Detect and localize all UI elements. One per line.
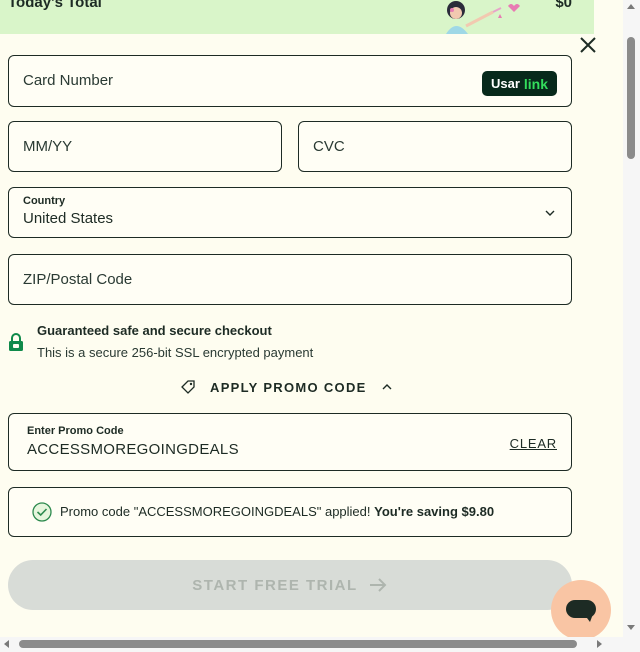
scrollbar-corner: [623, 637, 640, 652]
promo-applied-text: Promo code "ACCESSMOREGOINGDEALS" applie…: [60, 504, 371, 519]
apply-promo-toggle[interactable]: APPLY PROMO CODE: [180, 377, 393, 397]
scroll-left-arrow-icon[interactable]: [4, 640, 9, 648]
zip-placeholder: ZIP/Postal Code: [23, 271, 133, 288]
secure-checkout-notice: Guaranteed safe and secure checkout This…: [8, 320, 568, 362]
scroll-right-arrow-icon[interactable]: [597, 640, 602, 648]
apply-promo-label: APPLY PROMO CODE: [210, 379, 367, 395]
start-free-trial-button[interactable]: START FREE TRIAL: [8, 560, 572, 610]
cvc-field[interactable]: CVC: [298, 121, 572, 172]
promo-applied-message: Promo code "ACCESSMOREGOINGDEALS" applie…: [60, 504, 494, 519]
promo-code-field[interactable]: Enter Promo Code ACCESSMOREGOINGDEALS CL…: [8, 413, 572, 471]
link-pay-button[interactable]: Usar link: [482, 71, 557, 96]
total-label: Today's Total: [8, 0, 102, 11]
expiry-placeholder: MM/YY: [23, 138, 73, 155]
arrow-right-icon: [369, 578, 387, 592]
lock-icon: [9, 333, 23, 351]
check-circle-icon: [32, 502, 52, 522]
close-icon[interactable]: [578, 35, 598, 55]
horizontal-scrollbar[interactable]: [0, 637, 623, 652]
chevron-down-icon: [545, 210, 555, 216]
celebration-illustration: [446, 1, 520, 34]
secure-subtitle: This is a secure 256-bit SSL encrypted p…: [37, 345, 314, 360]
card-number-field[interactable]: Card Number Usar link: [8, 55, 572, 107]
country-label: Country: [23, 195, 66, 207]
scroll-down-arrow-icon[interactable]: [627, 625, 635, 630]
promo-applied-notice: Promo code "ACCESSMOREGOINGDEALS" applie…: [8, 487, 572, 537]
link-button-prefix: Usar: [490, 76, 520, 91]
chat-support-button[interactable]: [551, 580, 611, 640]
card-number-placeholder: Card Number: [23, 72, 114, 89]
chat-bubble-tail: [584, 614, 593, 622]
secure-title: Guaranteed safe and secure checkout: [37, 323, 272, 338]
zip-field[interactable]: ZIP/Postal Code: [8, 254, 572, 305]
total-amount: $0: [555, 0, 572, 11]
vertical-scroll-thumb[interactable]: [627, 37, 635, 159]
country-value: United States: [23, 210, 114, 227]
promo-code-label: Enter Promo Code: [27, 425, 124, 437]
horizontal-scroll-thumb[interactable]: [19, 640, 577, 648]
clear-promo-button[interactable]: CLEAR: [510, 436, 557, 451]
scroll-up-arrow-icon[interactable]: [627, 4, 635, 9]
cvc-placeholder: CVC: [313, 138, 345, 155]
country-select[interactable]: Country United States: [8, 187, 572, 238]
tag-icon: [181, 380, 195, 394]
promo-saving-text: You're saving $9.80: [374, 504, 495, 519]
promo-code-value: ACCESSMOREGOINGDEALS: [27, 441, 239, 458]
chevron-up-icon: [382, 384, 392, 390]
vertical-scrollbar[interactable]: [623, 0, 640, 637]
expiry-field[interactable]: MM/YY: [8, 121, 282, 172]
link-brand-label: link: [523, 75, 549, 92]
start-free-trial-label: START FREE TRIAL: [192, 576, 358, 594]
order-summary-bar: Today's Total $0: [0, 0, 594, 34]
